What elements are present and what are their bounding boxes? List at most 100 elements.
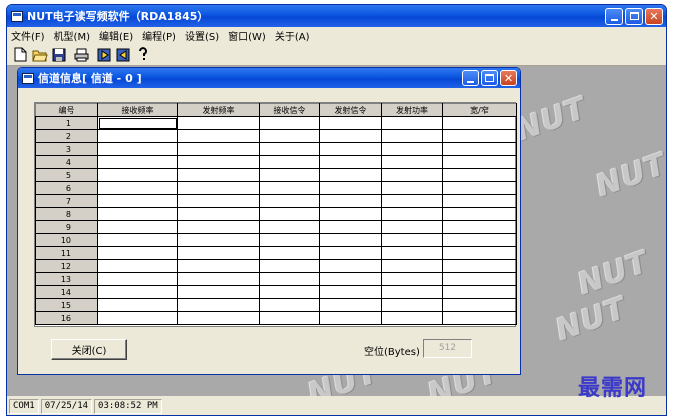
main-titlebar[interactable]: NUT电子读写频软件（RDA1845） ✕ (7, 5, 666, 27)
table-cell[interactable] (442, 207, 517, 221)
table-cell[interactable] (381, 259, 443, 273)
table-cell[interactable] (319, 246, 382, 260)
table-cell[interactable] (259, 220, 320, 234)
table-cell[interactable] (381, 142, 443, 156)
table-cell[interactable] (97, 311, 178, 325)
menu-edit[interactable]: 编辑(E) (99, 28, 133, 43)
menu-program[interactable]: 编程(P) (142, 28, 176, 43)
table-cell[interactable] (177, 311, 260, 325)
close-window-button[interactable]: ✕ (645, 7, 663, 25)
table-cell[interactable] (319, 298, 382, 312)
table-cell[interactable] (381, 220, 443, 234)
table-cell[interactable] (259, 168, 320, 182)
table-cell[interactable] (442, 181, 517, 195)
table-cell[interactable] (177, 285, 260, 299)
table-cell[interactable] (319, 168, 382, 182)
dialog-maximize-button[interactable] (481, 70, 498, 86)
table-cell[interactable] (442, 142, 517, 156)
dialog-close-button[interactable]: ✕ (500, 70, 517, 86)
table-cell[interactable] (97, 220, 178, 234)
table-cell[interactable] (177, 272, 260, 286)
table-cell[interactable] (177, 246, 260, 260)
table-cell[interactable] (177, 116, 260, 130)
table-cell[interactable] (259, 272, 320, 286)
table-cell[interactable] (97, 116, 178, 130)
table-cell[interactable] (319, 142, 382, 156)
table-cell[interactable] (259, 155, 320, 169)
menu-model[interactable]: 机型(M) (54, 28, 90, 43)
table-cell[interactable] (442, 129, 517, 143)
channel-grid[interactable]: 编号 接收频率 发射频率 接收信令 发射信令 发射功率 宽/窄 1 2 3 4 5 6 7 8 9 10 11 1… (34, 102, 517, 327)
table-cell[interactable] (319, 220, 382, 234)
table-cell[interactable] (177, 181, 260, 195)
table-cell[interactable] (442, 116, 517, 130)
table-cell[interactable] (177, 207, 260, 221)
table-cell[interactable] (259, 181, 320, 195)
table-cell[interactable] (97, 194, 178, 208)
table-cell[interactable] (319, 311, 382, 325)
table-cell[interactable] (442, 155, 517, 169)
table-cell[interactable] (319, 116, 382, 130)
table-cell[interactable] (381, 155, 443, 169)
table-cell[interactable] (259, 311, 320, 325)
table-cell[interactable] (442, 259, 517, 273)
table-cell[interactable] (381, 116, 443, 130)
table-cell[interactable] (381, 272, 443, 286)
table-cell[interactable] (259, 246, 320, 260)
table-cell[interactable] (97, 168, 178, 182)
table-cell[interactable] (319, 285, 382, 299)
dialog-titlebar[interactable]: 信道信息[ 信道 - 0 ] ✕ (18, 68, 520, 88)
table-cell[interactable] (177, 142, 260, 156)
table-cell[interactable] (97, 246, 178, 260)
dialog-minimize-button[interactable] (462, 70, 479, 86)
table-cell[interactable] (97, 129, 178, 143)
table-cell[interactable] (381, 311, 443, 325)
table-cell[interactable] (319, 272, 382, 286)
table-cell[interactable] (442, 233, 517, 247)
table-cell[interactable] (259, 142, 320, 156)
table-cell[interactable] (97, 181, 178, 195)
maximize-button[interactable] (625, 7, 643, 25)
new-file-icon[interactable] (12, 46, 29, 63)
menu-about[interactable]: 关于(A) (275, 28, 310, 43)
table-cell[interactable] (442, 285, 517, 299)
table-cell[interactable] (97, 272, 178, 286)
table-cell[interactable] (177, 233, 260, 247)
column-header[interactable]: 发射信令 (319, 103, 382, 117)
table-cell[interactable] (97, 142, 178, 156)
table-cell[interactable] (319, 207, 382, 221)
table-cell[interactable] (442, 272, 517, 286)
column-header[interactable]: 编号 (35, 103, 98, 117)
column-header[interactable]: 发射频率 (177, 103, 260, 117)
table-cell[interactable] (319, 181, 382, 195)
table-cell[interactable] (442, 194, 517, 208)
table-cell[interactable] (97, 298, 178, 312)
table-cell[interactable] (381, 285, 443, 299)
menu-window[interactable]: 窗口(W) (228, 28, 266, 43)
minimize-button[interactable] (605, 7, 623, 25)
table-cell[interactable] (259, 285, 320, 299)
table-cell[interactable] (442, 246, 517, 260)
open-folder-icon[interactable] (31, 46, 48, 63)
table-cell[interactable] (381, 129, 443, 143)
column-header[interactable]: 接收信令 (259, 103, 320, 117)
table-cell[interactable] (177, 298, 260, 312)
table-cell[interactable] (177, 129, 260, 143)
table-cell[interactable] (381, 246, 443, 260)
print-icon[interactable] (73, 46, 90, 63)
column-header[interactable]: 发射功率 (381, 103, 443, 117)
table-cell[interactable] (381, 181, 443, 195)
table-cell[interactable] (177, 220, 260, 234)
table-cell[interactable] (177, 194, 260, 208)
table-cell[interactable] (259, 207, 320, 221)
table-cell[interactable] (97, 155, 178, 169)
table-cell[interactable] (259, 259, 320, 273)
table-cell[interactable] (442, 298, 517, 312)
save-icon[interactable] (50, 46, 67, 63)
table-cell[interactable] (259, 298, 320, 312)
table-cell[interactable] (259, 194, 320, 208)
table-cell[interactable] (442, 220, 517, 234)
table-cell[interactable] (177, 168, 260, 182)
table-cell[interactable] (381, 194, 443, 208)
table-cell[interactable] (381, 207, 443, 221)
